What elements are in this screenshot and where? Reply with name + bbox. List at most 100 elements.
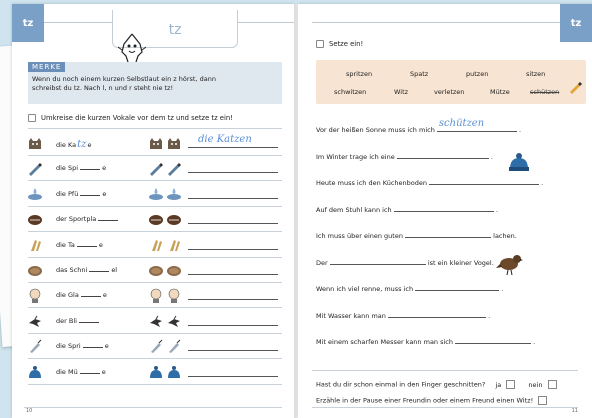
syringe-icon: [169, 339, 181, 354]
writing-line[interactable]: [188, 223, 278, 225]
fill-in-sentence: Auf dem Stuhl kann ich .: [316, 206, 498, 214]
syringe-icon: [30, 339, 42, 354]
syringe-icon: [151, 339, 163, 354]
task-instruction: Setze ein!: [316, 40, 363, 48]
blank-gap[interactable]: [78, 317, 99, 323]
divider: [28, 383, 282, 385]
head-icon: [168, 289, 180, 304]
divider: [28, 256, 282, 258]
sentence-end: .: [490, 152, 493, 161]
writing-line[interactable]: [188, 375, 278, 377]
blank-gap[interactable]: [79, 368, 100, 374]
word-part: e: [102, 189, 107, 198]
schnitzel-icon: [167, 266, 181, 276]
exercise-row: die Ta e: [24, 234, 286, 256]
no-label: nein: [528, 380, 543, 389]
writing-line[interactable]: [188, 274, 278, 275]
task-text: Setze ein!: [329, 40, 364, 48]
handwritten-answer: schützen: [438, 118, 485, 129]
divider: [28, 155, 282, 156]
word-part: e: [87, 141, 92, 149]
word-part: die Mü: [56, 367, 78, 376]
answer-line[interactable]: [329, 259, 426, 265]
sentence-end: .: [488, 311, 491, 320]
fill-in-sentence: Vor der heißen Sonne muss ich mich schüt…: [316, 118, 521, 134]
blank-gap[interactable]: [80, 190, 101, 196]
pencil-icon: [29, 163, 42, 177]
hat-icon: [168, 365, 180, 378]
mascot-icon: [118, 33, 146, 63]
writing-line[interactable]: [188, 324, 278, 326]
divider: [28, 358, 282, 360]
right-page: tz Setze ein! spritzen Spatz putzen sitz…: [298, 4, 592, 418]
filled-answer: tz: [77, 139, 87, 150]
head-icon: [29, 289, 41, 304]
sparrow-icon: [496, 255, 523, 276]
word-bank-item: verletzen: [434, 88, 465, 96]
blank-gap[interactable]: [82, 342, 103, 349]
fill-in-sentence: Der ist ein kleiner Vogel.: [316, 259, 494, 267]
ball-icon: [28, 215, 42, 226]
puddle-icon: [149, 187, 163, 200]
divider: [312, 370, 578, 371]
word-bank: spritzen Spatz putzen sitzen schwitzen W…: [316, 60, 586, 104]
divider: [28, 128, 282, 129]
divider: [28, 205, 282, 207]
writing-line[interactable]: [188, 172, 278, 174]
word-with-gap: der Bli: [56, 317, 101, 325]
word-part: der Bli: [56, 316, 77, 325]
writing-line[interactable]: [188, 197, 278, 199]
blank-gap[interactable]: [98, 215, 119, 222]
sentence-start: Heute muss ich den Küchenboden: [316, 179, 428, 187]
word-with-gap: das Schni el: [56, 266, 117, 274]
blank-gap[interactable]: [80, 164, 101, 171]
rule-label: MERKE: [28, 62, 66, 72]
blank-gap[interactable]: [80, 291, 101, 298]
writing-line[interactable]: [188, 147, 278, 148]
exercise-row: der Sportpla: [24, 208, 286, 230]
cat-icon: [168, 138, 180, 149]
task-checkbox[interactable]: [28, 114, 36, 122]
lightning-icon: [29, 315, 41, 327]
answer-line[interactable]: [405, 232, 492, 238]
divider: [28, 180, 282, 182]
answer-line[interactable]: [415, 285, 500, 291]
exercise-row: das Schni el: [24, 259, 286, 281]
word-with-gap: die Mü e: [56, 368, 106, 376]
sentence-start: Ich muss über einen guten: [316, 232, 403, 240]
word-bank-item: sitzen: [526, 70, 546, 78]
answer-line[interactable]: [455, 338, 532, 344]
sentence-end: lachen.: [493, 232, 517, 240]
writing-line[interactable]: [188, 248, 278, 250]
answer-line[interactable]: [396, 153, 489, 159]
yes-checkbox[interactable]: [506, 380, 516, 389]
done-checkbox[interactable]: [538, 396, 548, 405]
sentence-start: Mit Wasser kann man: [316, 311, 386, 320]
divider: [28, 332, 282, 334]
paw-icon: [170, 239, 180, 251]
no-checkbox[interactable]: [547, 380, 557, 389]
sentence-end: .: [541, 179, 544, 187]
handwritten-answer: die Katzen: [198, 134, 252, 145]
schnitzel-icon: [149, 266, 163, 276]
page-number: 11: [571, 408, 578, 414]
writing-line[interactable]: [188, 299, 278, 301]
word-part: die Pfü: [56, 189, 79, 198]
ball-icon: [149, 215, 163, 226]
writing-line[interactable]: [188, 350, 278, 352]
answer-line[interactable]: [429, 179, 540, 185]
blank-gap[interactable]: [89, 266, 110, 272]
answer-line[interactable]: schützen: [436, 118, 517, 132]
schnitzel-icon: [28, 266, 42, 276]
pencil-icon: [150, 163, 163, 177]
word-part: die Ka: [56, 141, 77, 149]
answer-line[interactable]: [393, 206, 494, 212]
paw-icon: [31, 239, 41, 251]
word-part: e: [101, 367, 106, 376]
answer-line[interactable]: [388, 312, 486, 318]
rule-box: MERKE Wenn du noch einem kurzen Selbstla…: [28, 62, 282, 104]
blank-gap[interactable]: [76, 241, 97, 247]
task-checkbox[interactable]: [316, 40, 324, 48]
exercise-row: die Spri e: [24, 335, 286, 357]
word-part: e: [102, 164, 107, 173]
